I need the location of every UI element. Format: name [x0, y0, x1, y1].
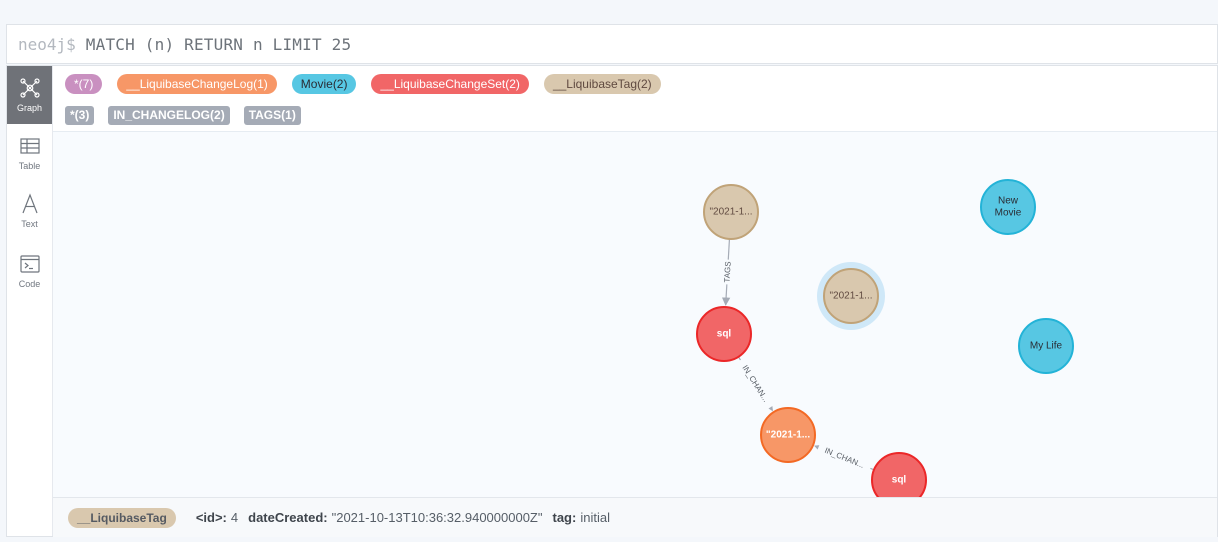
relationship-chip[interactable]: TAGS(1)	[243, 106, 301, 125]
view-mode-sidebar: Graph Table Text Code	[7, 66, 53, 536]
code-icon	[19, 255, 40, 273]
node-caption: My Life	[1030, 341, 1063, 352]
relationship-chip-count: (1)	[281, 108, 296, 122]
node-caption: Movie	[995, 208, 1022, 219]
property-key: <id>:	[195, 510, 227, 525]
node-caption: sql	[717, 329, 732, 340]
node-caption: "2021-1...	[766, 430, 810, 441]
label-chip[interactable]: __LiquibaseChangeSet(2)	[371, 74, 529, 94]
result-frame: Graph Table Text Code *(7) __LiquibaseCh…	[6, 65, 1218, 537]
graph-view-button[interactable]: Graph	[7, 66, 52, 124]
node-caption: sql	[892, 475, 907, 486]
property-key: tag:	[552, 510, 577, 525]
relationship-type-legend: *(3) IN_CHANGELOG(2) TAGS(1)	[65, 106, 315, 125]
text-view-label: Text	[21, 219, 38, 229]
query-editor[interactable]: neo4j$ MATCH (n) RETURN n LIMIT 25	[6, 24, 1218, 64]
property-value: 4	[230, 510, 239, 525]
label-chip-name: __LiquibaseChangeLog	[126, 77, 254, 91]
graph-icon	[19, 78, 40, 98]
graph-node[interactable]: sqlsql	[696, 306, 752, 362]
node-caption: New	[998, 196, 1019, 207]
relationship-chip-name: TAGS	[248, 108, 282, 122]
relationship-label: TAGS	[722, 261, 732, 283]
graph-node[interactable]: "2021-1..."2021-1...	[817, 262, 885, 330]
graph-svg[interactable]: TAGSIN_CHAN...IN_CHAN..."2021-1..."2021-…	[53, 132, 1217, 498]
label-chip[interactable]: __LiquibaseTag(2)	[543, 74, 661, 94]
label-chip-name: __LiquibaseTag	[552, 77, 638, 91]
relationship-chip-count: (2)	[210, 108, 225, 122]
code-view-button[interactable]: Code	[7, 242, 52, 300]
property-value: initial	[580, 510, 610, 525]
property-key: dateCreated:	[248, 510, 328, 525]
label-chip[interactable]: *(7)	[65, 74, 103, 94]
graph-node[interactable]: NewMovieNew Movie	[980, 179, 1036, 235]
text-view-button[interactable]: Text	[7, 182, 52, 240]
selected-node-properties: <id>: 4 dateCreated: "2021-10-13T10:36:32.9…	[186, 510, 610, 525]
graph-canvas[interactable]: TAGS IN_CHAN... IN_CHAN... "2021-1... "2021-…	[53, 131, 1217, 498]
graph-node[interactable]: My LifeMy Life	[1018, 318, 1074, 374]
relationship-edge[interactable]: IN_CHAN...	[735, 356, 776, 412]
label-chip[interactable]: Movie(2)	[291, 74, 357, 94]
relationship-chip[interactable]: IN_CHANGELOG(2)	[108, 106, 230, 125]
label-chip[interactable]: __LiquibaseChangeLog(1)	[117, 74, 277, 94]
graph-node[interactable]: "2021-1..."2021-1...	[703, 184, 759, 240]
editor-prompt: neo4j$	[18, 34, 76, 54]
label-chip-name: __LiquibaseChangeSet	[380, 77, 506, 91]
text-icon	[21, 193, 38, 214]
table-view-button[interactable]: Table	[7, 124, 52, 182]
label-chip-count: (2)	[332, 77, 348, 91]
node-caption: "2021-1...	[829, 291, 872, 302]
graph-view-label: Graph	[16, 103, 42, 113]
graph-node[interactable]: "2021-1..."2021-1...	[760, 407, 816, 463]
property-value: "2021-10-13T10:36:32.940000000Z"	[331, 510, 543, 525]
selected-node-label[interactable]: __LiquibaseTag	[68, 507, 176, 528]
node-label-legend: *(7) __LiquibaseChangeLog(1) Movie(2) __Liq…	[65, 74, 676, 94]
label-chip-count: (2)	[505, 77, 520, 91]
query-text[interactable]: MATCH (n) RETURN n LIMIT 25	[86, 35, 352, 54]
table-icon	[19, 138, 40, 154]
label-chip-count: (7)	[78, 77, 94, 91]
label-chip-count: (2)	[637, 77, 652, 91]
relationship-chip[interactable]: *(3)	[65, 106, 95, 125]
relationship-chip-name: IN_CHANGELOG	[113, 108, 211, 122]
label-chip-count: (1)	[253, 77, 268, 91]
neo4j-browser: neo4j$ MATCH (n) RETURN n LIMIT 25 Graph…	[0, 0, 1218, 542]
code-view-label: Code	[18, 279, 41, 289]
inspector-panel: __LiquibaseTag <id>: 4 dateCreated: "2021-1…	[53, 497, 1217, 537]
relationship-label: IN_CHAN...	[740, 364, 770, 404]
graph-node[interactable]: sqlsql	[871, 452, 927, 498]
label-chip-name: Movie	[300, 77, 333, 91]
table-view-label: Table	[18, 161, 41, 171]
relationship-chip-count: (3)	[74, 108, 90, 122]
relationship-edge[interactable]: TAGS	[720, 238, 735, 306]
node-caption: "2021-1...	[709, 207, 752, 218]
relationship-edge[interactable]: IN_CHAN...	[814, 441, 875, 474]
